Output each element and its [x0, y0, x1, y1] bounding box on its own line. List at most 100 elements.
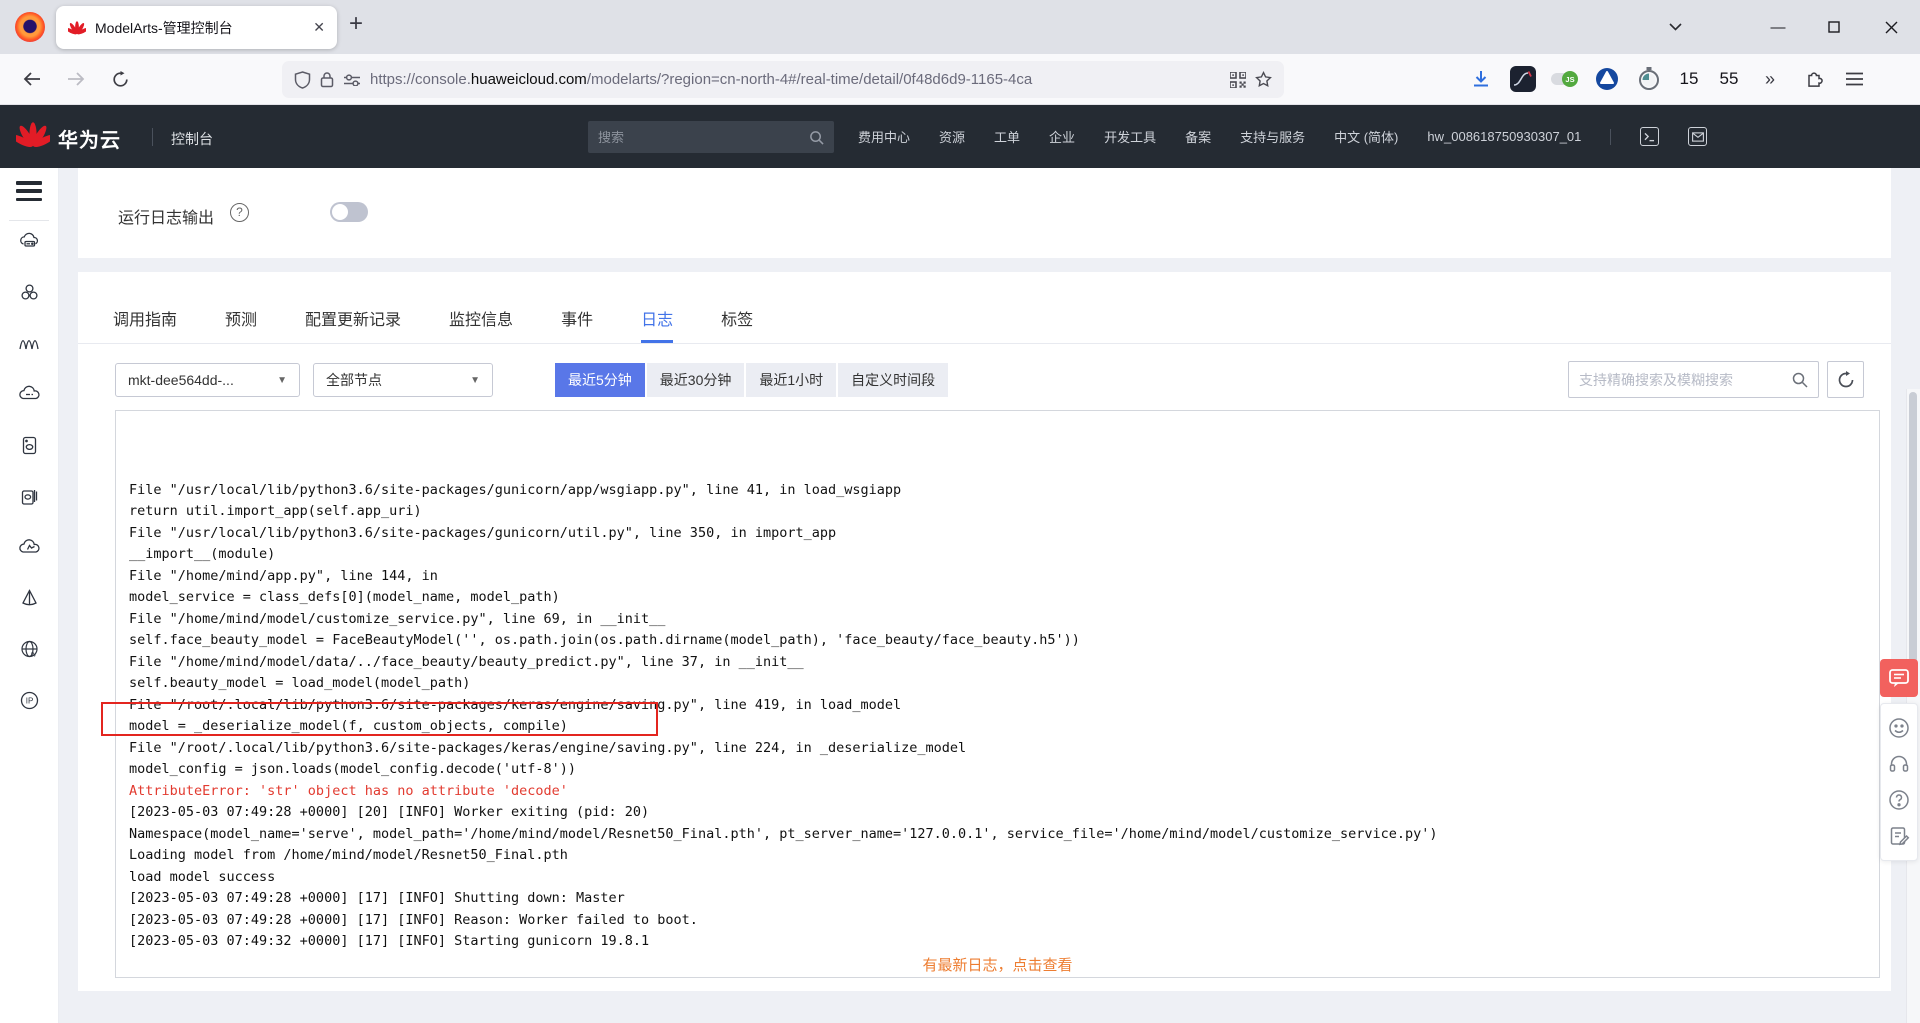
log-line: File "/usr/local/lib/python3.6/site-pack… — [129, 524, 837, 541]
log-lines: File "/usr/local/lib/python3.6/site-pack… — [116, 411, 1879, 978]
instance-dropdown[interactable]: mkt-dee564dd-... ▼ — [115, 363, 300, 397]
survey-edit-icon[interactable] — [1887, 824, 1911, 848]
smiley-icon[interactable] — [1887, 716, 1911, 740]
mail-icon[interactable] — [1688, 127, 1708, 146]
window-minimize-button[interactable]: — — [1757, 0, 1799, 54]
permissions-icon[interactable] — [343, 73, 361, 86]
menu-icon[interactable] — [1836, 54, 1872, 104]
tab-item[interactable]: 预测 — [225, 298, 257, 343]
nav-menu-burger-icon[interactable] — [16, 181, 42, 201]
user-id[interactable]: hw_008618750930307_01 — [1427, 129, 1581, 144]
extension-badge-55[interactable]: 55 — [1711, 54, 1747, 104]
url-bar[interactable]: https://console.huaweicloud.com/modelart… — [282, 61, 1284, 98]
detail-panel: 调用指南 预测 配置更新记录 监控信息 事件 日志 标签 mkt-dee564dd-... ▼… — [78, 272, 1891, 991]
tab-item[interactable]: 事件 — [561, 298, 593, 343]
help-question-icon[interactable]: ? — [230, 203, 249, 222]
tab-item[interactable]: 监控信息 — [449, 298, 513, 343]
tab-item[interactable]: 日志 — [641, 298, 673, 343]
log-line: File "/usr/local/lib/python3.6/site-pack… — [129, 481, 902, 498]
puzzle-icon[interactable] — [1796, 54, 1832, 104]
download-icon[interactable] — [1463, 54, 1499, 104]
log-line: File "/home/mind/model/customize_service… — [129, 610, 666, 627]
new-log-bar: 有最新日志，点击查看 — [117, 956, 1878, 976]
huawei-favicon-icon — [68, 20, 86, 36]
cloud-dashboard-icon[interactable] — [18, 383, 41, 406]
notebook-card-icon[interactable] — [18, 434, 41, 457]
search-icon[interactable] — [809, 130, 824, 145]
time-range-button[interactable]: 最近30分钟 — [646, 363, 745, 397]
header-nav-item[interactable]: 支持与服务 — [1240, 127, 1305, 146]
firefox-icon[interactable] — [15, 12, 45, 42]
tab-item[interactable]: 配置更新记录 — [305, 298, 401, 343]
run-log-toggle[interactable] — [330, 202, 368, 222]
brand-title[interactable]: 华为云 — [58, 124, 121, 153]
shield-icon[interactable] — [294, 70, 311, 89]
extension-badge-15[interactable]: 15 — [1671, 54, 1707, 104]
lock-icon[interactable] — [320, 71, 334, 88]
log-line: return util.import_app(self.app_uri) — [129, 503, 422, 519]
header-nav-item[interactable]: 企业 — [1049, 127, 1075, 146]
tab-item[interactable]: 标签 — [721, 298, 753, 343]
time-range-buttons: 最近5分钟 最近30分钟 最近1小时 自定义时间段 — [555, 363, 949, 397]
forward-icon[interactable] — [58, 54, 94, 104]
browser-tab[interactable]: ModelArts-管理控制台 ✕ — [56, 6, 337, 49]
cloud-server-icon[interactable] — [18, 230, 41, 253]
ip-circle-icon[interactable]: IP — [18, 689, 41, 712]
reload-icon[interactable] — [102, 54, 138, 104]
new-log-link[interactable]: 有最新日志，点击查看 — [922, 957, 1072, 974]
terminal-icon[interactable] — [1640, 127, 1660, 146]
molecule-icon[interactable] — [18, 281, 41, 304]
node-dropdown[interactable]: 全部节点 ▼ — [313, 363, 493, 397]
console-link[interactable]: 控制台 — [171, 129, 213, 149]
dark-extension-icon[interactable] — [1505, 54, 1541, 104]
headset-icon[interactable] — [1887, 752, 1911, 776]
vpn-ball-extension-icon[interactable] — [1589, 54, 1625, 104]
run-log-label: 运行日志输出 — [118, 210, 215, 227]
log-search-box[interactable] — [1568, 361, 1819, 398]
extensions-overflow-icon[interactable]: » — [1752, 54, 1788, 104]
tab-item[interactable]: 调用指南 — [113, 298, 177, 343]
window-maximize-button[interactable] — [1813, 0, 1855, 54]
log-line: self.face_beauty_model = FaceBeautyModel… — [129, 632, 1080, 648]
header-nav-item[interactable]: 工单 — [994, 127, 1020, 146]
tab-close-icon[interactable]: ✕ — [313, 19, 325, 36]
log-search-input[interactable] — [1579, 371, 1792, 388]
dataset-cards-icon[interactable] — [18, 485, 41, 508]
header-nav-item[interactable]: 中文 (简体) — [1334, 127, 1398, 146]
stopwatch-extension-icon[interactable] — [1631, 54, 1667, 104]
log-line: __import__(module) — [129, 546, 276, 562]
header-nav-item[interactable]: 备案 — [1185, 127, 1211, 146]
log-viewer[interactable]: File "/usr/local/lib/python3.6/site-pack… — [115, 410, 1880, 978]
time-range-button[interactable]: 自定义时间段 — [838, 363, 949, 397]
scrollbar-thumb[interactable] — [1909, 392, 1917, 682]
header-nav-item[interactable]: 资源 — [939, 127, 965, 146]
time-range-button[interactable]: 最近5分钟 — [555, 363, 645, 397]
window-close-button[interactable] — [1870, 0, 1912, 54]
js-toggle-extension-icon[interactable]: JS — [1547, 54, 1583, 104]
svg-text:w: w — [30, 652, 37, 659]
prism-icon[interactable] — [18, 587, 41, 610]
refresh-button[interactable] — [1827, 361, 1864, 398]
cloud-deploy-icon[interactable] — [18, 536, 41, 559]
feedback-chat-button[interactable] — [1880, 659, 1918, 697]
tab-list-chevron-icon[interactable] — [1654, 0, 1696, 54]
globe-web-icon[interactable]: w — [18, 638, 41, 661]
header-nav-item[interactable]: 开发工具 — [1104, 127, 1156, 146]
header-nav-item[interactable]: 费用中心 — [858, 127, 910, 146]
header-search-input[interactable] — [598, 129, 809, 145]
detail-tabs: 调用指南 预测 配置更新记录 监控信息 事件 日志 标签 — [78, 298, 1891, 344]
bookmark-star-icon[interactable] — [1255, 71, 1272, 88]
log-line: AttributeError: 'str' object has no attr… — [129, 782, 568, 799]
header-divider — [152, 128, 153, 146]
browser-tab-strip: ModelArts-管理控制台 ✕ + — — [0, 0, 1920, 54]
time-range-button[interactable]: 最近1小时 — [746, 363, 837, 397]
search-icon[interactable] — [1792, 372, 1808, 388]
help-question-icon[interactable] — [1887, 788, 1911, 812]
back-icon[interactable] — [14, 54, 50, 104]
header-search-box[interactable] — [588, 121, 834, 153]
qr-code-icon[interactable] — [1230, 71, 1246, 88]
new-tab-button[interactable]: + — [349, 10, 363, 38]
console-page: w IP 运行日志输出 ? 调用指南 预测 配置更新记录 监控信息 事件 日志 标签 mkt… — [0, 168, 1920, 1023]
waves-icon[interactable] — [18, 332, 41, 355]
huawei-logo-icon[interactable] — [16, 120, 50, 150]
